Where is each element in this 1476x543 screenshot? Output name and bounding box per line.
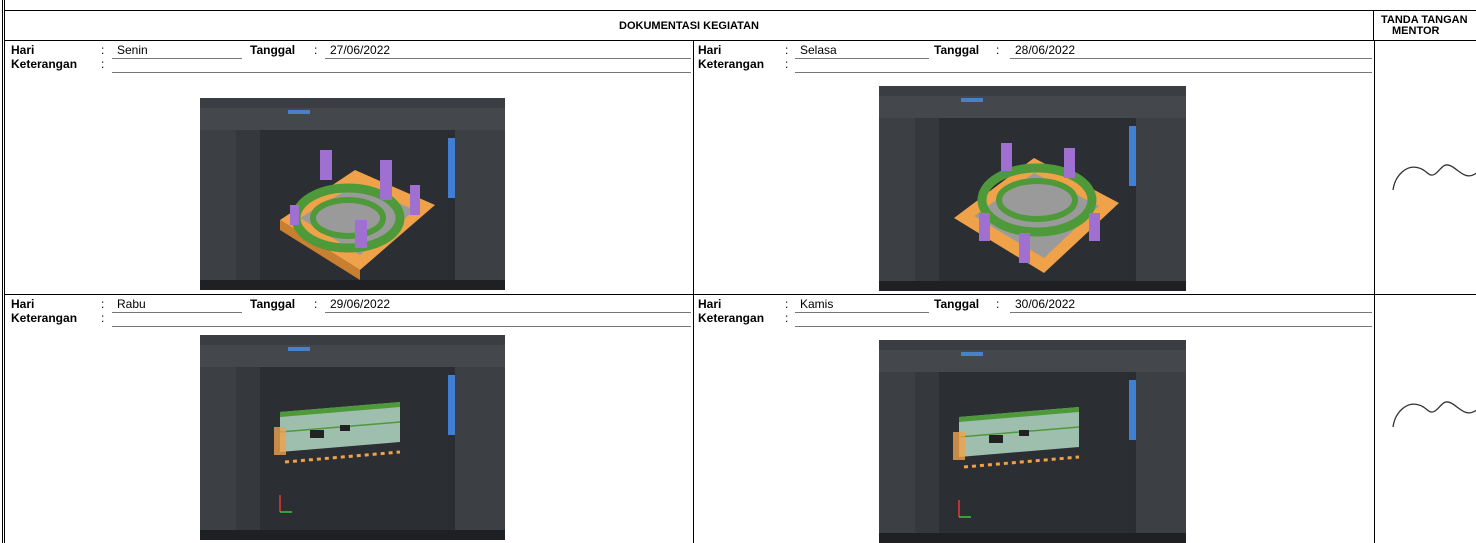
date-value: 30/06/2022 [1015,297,1076,311]
date-label: Tanggal [934,297,980,311]
entry-rabu: Hari : Rabu Tanggal : 29/06/2022 Keteran… [5,295,693,543]
documentation-sheet: DOKUMENTASI KEGIATAN TANDA TANGAN MENTOR… [2,0,1476,543]
model-3d-ramp [280,150,435,280]
note-label: Keterangan [698,57,765,71]
date-underline [325,58,691,59]
day-colon: : [101,43,105,57]
day-value: Selasa [800,43,837,57]
activity-screenshot [879,340,1186,543]
day-underline [795,312,929,313]
signature-header-line2: MENTOR [1392,24,1440,37]
day-underline [795,58,929,59]
date-value: 27/06/2022 [330,43,391,57]
model-3d-elevation [953,407,1080,518]
note-colon: : [785,57,789,71]
day-value: Kamis [800,297,834,311]
activity-screenshot [200,98,505,290]
note-colon: : [785,311,789,325]
signature-divider [1374,41,1375,543]
entry-kamis: Hari : Kamis Tanggal : 30/06/2022 Ketera… [694,295,1374,543]
note-label: Keterangan [11,311,78,325]
note-colon: : [101,311,105,325]
note-underline [112,326,691,327]
date-label: Tanggal [250,297,296,311]
mentor-signature-1 [1392,164,1476,191]
day-underline [112,312,242,313]
date-underline [325,312,691,313]
date-colon: : [314,297,318,311]
date-underline [1010,312,1372,313]
sheet-title: DOKUMENTASI KEGIATAN [5,10,1374,41]
note-colon: : [101,57,105,71]
date-colon: : [996,43,1000,57]
note-underline [795,72,1372,73]
date-label: Tanggal [250,43,296,57]
date-value: 29/06/2022 [330,297,391,311]
date-colon: : [314,43,318,57]
date-colon: : [996,297,1000,311]
entry-selasa: Hari : Selasa Tanggal : 28/06/2022 Keter… [694,41,1374,294]
day-colon: : [785,43,789,57]
activity-screenshot [879,86,1186,291]
sheet-title-text: DOKUMENTASI KEGIATAN [619,19,759,32]
note-underline [795,326,1372,327]
signature-column-header: TANDA TANGAN MENTOR [1374,10,1476,41]
day-colon: : [785,297,789,311]
model-3d-ramp-top [954,143,1119,273]
activity-screenshot [200,335,505,540]
day-underline [112,58,242,59]
date-value: 28/06/2022 [1015,43,1076,57]
model-3d-elevation [274,402,401,513]
day-value: Rabu [117,297,146,311]
note-underline [112,72,691,73]
note-label: Keterangan [698,311,765,325]
day-label: Hari [11,43,35,57]
day-value: Senin [117,43,148,57]
entry-senin: Hari : Senin Tanggal : 27/06/2022 Ketera… [5,41,693,294]
date-underline [1010,58,1372,59]
day-label: Hari [698,43,722,57]
day-label: Hari [698,297,722,311]
note-label: Keterangan [11,57,78,71]
mentor-signature-2 [1392,401,1476,428]
signature-header-line1: TANDA TANGAN [1381,13,1468,26]
day-label: Hari [11,297,35,311]
date-label: Tanggal [934,43,980,57]
day-colon: : [101,297,105,311]
